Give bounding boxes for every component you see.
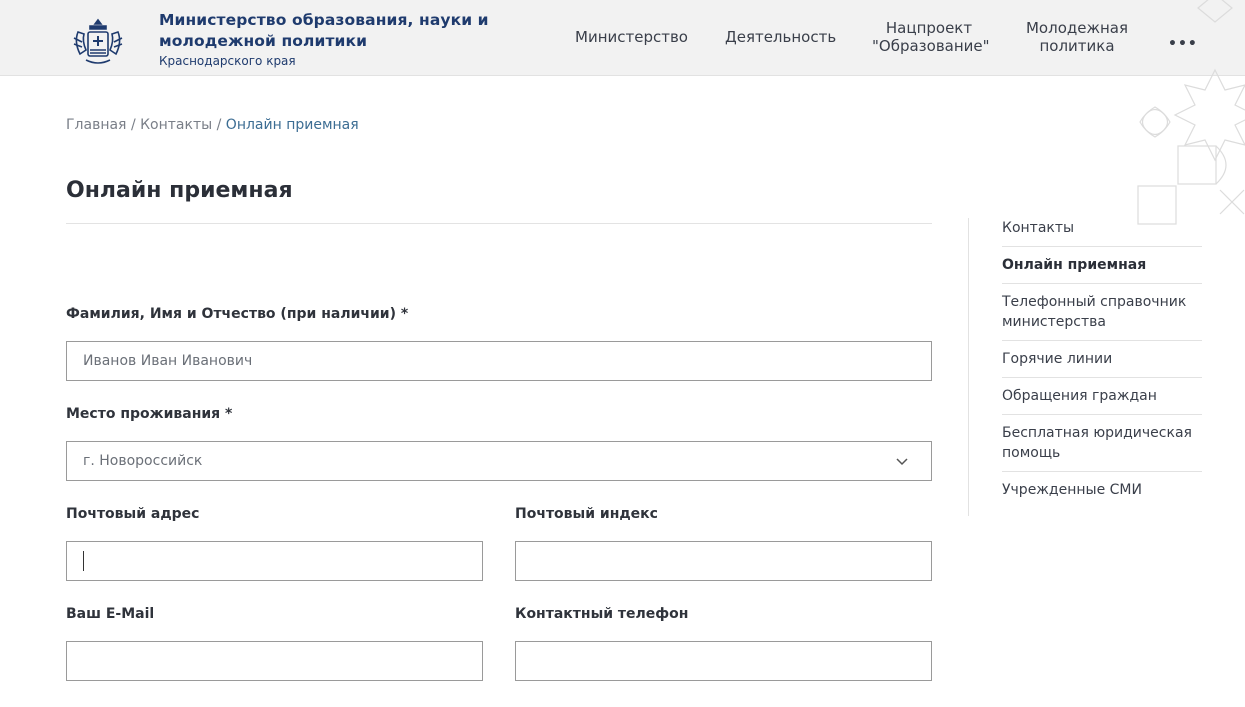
- sidebar-item-media[interactable]: Учрежденные СМИ: [1002, 480, 1202, 500]
- postal-index-input[interactable]: [515, 541, 932, 581]
- email-label: Ваш E-Mail: [66, 606, 155, 622]
- breadcrumb-contacts[interactable]: Контакты: [140, 117, 212, 133]
- sidebar-item-label: Обращения граждан: [1002, 388, 1157, 404]
- sidebar-item-hotlines[interactable]: Горячие линии: [1002, 349, 1202, 369]
- email-input[interactable]: [66, 641, 483, 681]
- nav-ministry-label: Министерство: [575, 28, 688, 46]
- nav-national-project-line2: "Образование": [872, 37, 990, 55]
- breadcrumb-separator: /: [216, 117, 222, 133]
- nav-national-project[interactable]: Нацпроект "Образование": [872, 19, 990, 55]
- postal-address-input[interactable]: [66, 541, 483, 581]
- sidebar-item-label-line2: министерства: [1002, 314, 1106, 330]
- fio-input-value: Иванов Иван Иванович: [83, 353, 253, 369]
- page-title: Онлайн приемная: [66, 178, 293, 203]
- org-name-line1: Министерство образования, науки и: [159, 11, 489, 29]
- sidebar-item-free-legal-aid[interactable]: Бесплатная юридическая помощь: [1002, 423, 1202, 463]
- nav-national-project-line1: Нацпроект: [885, 19, 973, 37]
- decorative-ornament: [1130, 0, 1245, 230]
- site-header: Министерство образования, науки и молоде…: [0, 0, 1245, 76]
- text-cursor: [83, 551, 84, 571]
- nav-ministry[interactable]: Министерство: [575, 28, 688, 46]
- sidebar-separator: [1002, 377, 1202, 378]
- sidebar-item-contacts[interactable]: Контакты: [1002, 218, 1202, 238]
- chevron-down-icon: [895, 454, 909, 468]
- residence-select-value: г. Новороссийск: [83, 453, 203, 469]
- fio-label: Фамилия, Имя и Отчество (при наличии) *: [66, 306, 409, 322]
- sidebar-item-label: Контакты: [1002, 220, 1075, 236]
- nav-activity[interactable]: Деятельность: [725, 28, 836, 46]
- postal-index-label: Почтовый индекс: [515, 506, 658, 522]
- residence-select[interactable]: г. Новороссийск: [66, 441, 932, 481]
- sidebar-separator: [1002, 340, 1202, 341]
- title-divider: [66, 223, 932, 224]
- sidebar-item-citizen-appeals[interactable]: Обращения граждан: [1002, 386, 1202, 406]
- sidebar-item-label: Онлайн приемная: [1002, 257, 1147, 273]
- sidebar-item-label-line2: помощь: [1002, 445, 1061, 461]
- coat-of-arms-logo[interactable]: [70, 16, 126, 68]
- phone-input[interactable]: [515, 641, 932, 681]
- org-region: Краснодарского края: [159, 54, 296, 68]
- breadcrumb: Главная / Контакты / Онлайн приемная: [66, 117, 359, 133]
- sidebar-separator: [1002, 283, 1202, 284]
- organization-name[interactable]: Министерство образования, науки и молоде…: [159, 10, 489, 68]
- nav-activity-label: Деятельность: [725, 28, 837, 46]
- breadcrumb-home[interactable]: Главная: [66, 117, 126, 133]
- nav-youth-policy-line1: Молодежная: [1025, 19, 1129, 37]
- postal-address-label: Почтовый адрес: [66, 506, 200, 522]
- sidebar-item-label: Горячие линии: [1002, 351, 1113, 367]
- sidebar-divider: [968, 218, 969, 516]
- phone-label: Контактный телефон: [515, 606, 689, 622]
- sidebar-separator: [1002, 414, 1202, 415]
- nav-youth-policy-line2: политика: [1039, 37, 1115, 55]
- sidebar-item-online-reception[interactable]: Онлайн приемная: [1002, 255, 1202, 275]
- fio-input[interactable]: Иванов Иван Иванович: [66, 341, 932, 381]
- sidebar-item-label: Учрежденные СМИ: [1002, 482, 1142, 498]
- sidebar-separator: [1002, 471, 1202, 472]
- residence-label: Место проживания *: [66, 406, 233, 422]
- sidebar-item-label-line1: Бесплатная юридическая: [1002, 425, 1192, 441]
- breadcrumb-current: Онлайн приемная: [225, 117, 359, 133]
- sidebar-item-phone-directory[interactable]: Телефонный справочник министерства: [1002, 292, 1202, 332]
- sidebar-item-label-line1: Телефонный справочник: [1002, 294, 1187, 310]
- sidebar-separator: [1002, 246, 1202, 247]
- breadcrumb-separator: /: [130, 117, 136, 133]
- org-name-line2: молодежной политики: [159, 32, 368, 50]
- nav-youth-policy[interactable]: Молодежная политика: [1025, 19, 1129, 55]
